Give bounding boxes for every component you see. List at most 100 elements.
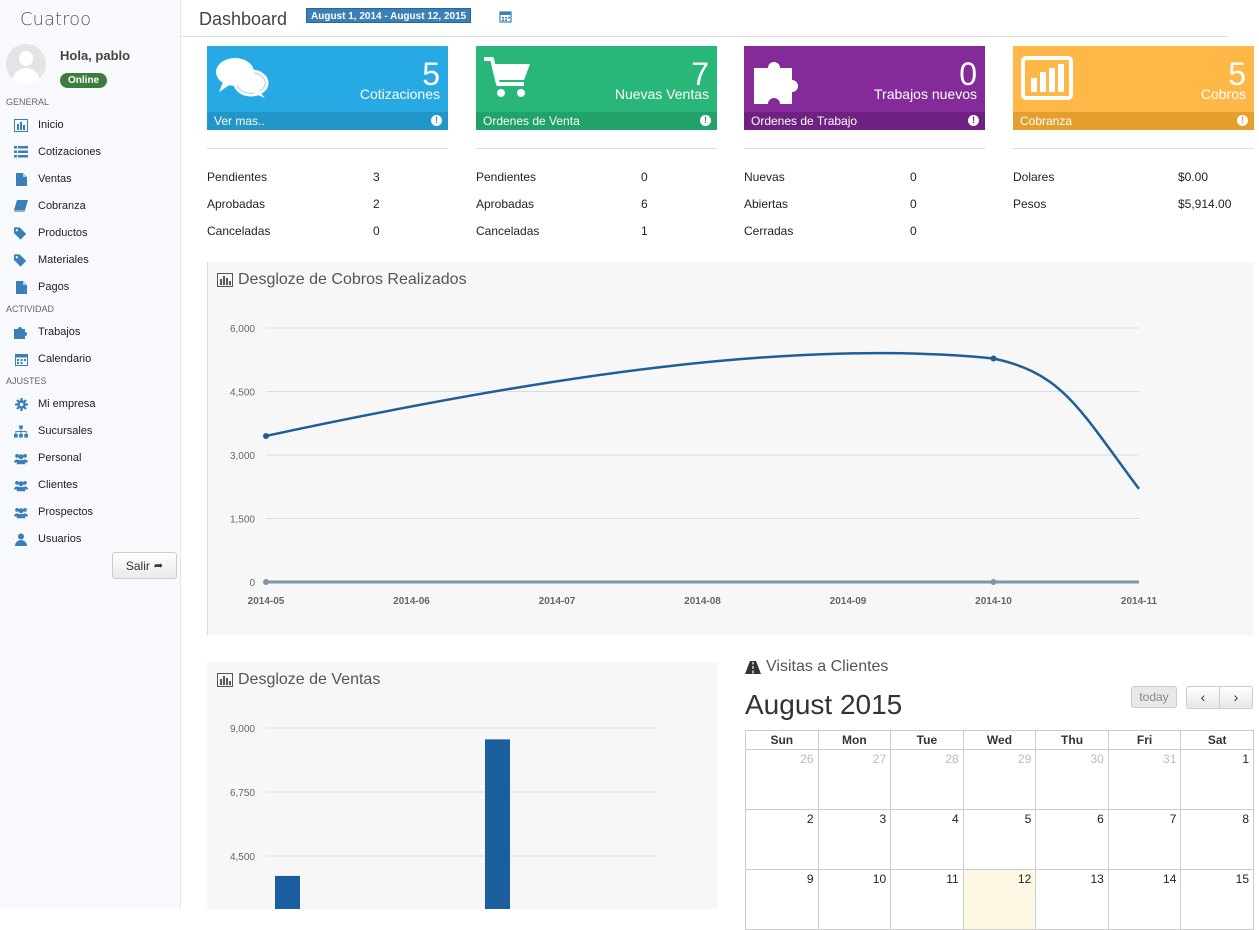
- status-badge: Online: [60, 73, 108, 88]
- calendar-day[interactable]: 15: [1180, 869, 1254, 930]
- stats-divider: [1013, 148, 1254, 149]
- section-actividad: ACTIVIDAD: [6, 304, 55, 314]
- section-general: GENERAL: [6, 97, 50, 107]
- sitemap-icon: [14, 424, 28, 438]
- stat-label: Canceladas: [207, 224, 271, 238]
- calendar-icon[interactable]: [499, 10, 512, 28]
- user-greeting: Hola, pablo: [60, 48, 131, 63]
- info-icon: !: [968, 115, 979, 126]
- calendar-day[interactable]: 5: [962, 809, 1037, 870]
- sidebar-item-materiales[interactable]: Materiales: [14, 252, 89, 268]
- calendar-day-today[interactable]: 12: [962, 869, 1037, 930]
- sidebar-item-prospectos[interactable]: Prospectos: [14, 504, 93, 520]
- calendar-day[interactable]: 4: [890, 809, 964, 870]
- ventas-bar-chart: 9,000 6,750 4,500: [230, 724, 655, 909]
- sidebar-item-ventas[interactable]: Ventas: [14, 171, 72, 187]
- sidebar-item-sucursales[interactable]: Sucursales: [14, 423, 92, 439]
- info-icon: !: [431, 115, 442, 126]
- calendar-day[interactable]: 26: [745, 749, 819, 810]
- calendar-day[interactable]: 6: [1035, 809, 1109, 870]
- weekday-header: Wed: [962, 730, 1037, 750]
- sidebar-item-personal[interactable]: Personal: [14, 450, 81, 466]
- puzzle-icon: [14, 325, 28, 339]
- sidebar-item-label: Inicio: [38, 119, 64, 131]
- calendar-day[interactable]: 7: [1107, 809, 1182, 870]
- x-tick-label: 2014-11: [1121, 596, 1158, 607]
- sidebar-item-label: Cotizaciones: [38, 146, 101, 158]
- day-number: 26: [800, 752, 814, 766]
- tile-footer-link[interactable]: Ordenes de Trabajo!: [744, 112, 985, 130]
- sidebar-item-usuarios[interactable]: Usuarios: [14, 531, 81, 547]
- calendar-next-button[interactable]: ›: [1219, 686, 1253, 709]
- tile-cotizaciones[interactable]: 5 Cotizaciones Ver mas..!: [207, 46, 448, 130]
- calendar-day[interactable]: 29: [962, 749, 1037, 810]
- calendar-day[interactable]: 2: [745, 809, 819, 870]
- y-tick-label: 4,500: [230, 852, 255, 863]
- calendar-day[interactable]: 27: [817, 749, 892, 810]
- ventas-panel-title: Desgloze de Ventas: [217, 671, 380, 689]
- stat-value: 6: [641, 197, 648, 211]
- stat-label: Pendientes: [476, 170, 537, 184]
- logout-button[interactable]: Salir ➦: [112, 552, 177, 579]
- stat-value: 3: [373, 170, 380, 184]
- chevron-right-icon: ›: [1233, 689, 1239, 705]
- sidebar-item-cobranza[interactable]: Cobranza: [14, 198, 86, 214]
- weekday-header: Sat: [1180, 730, 1254, 750]
- weekday-header: Thu: [1035, 730, 1109, 750]
- sidebar-item-productos[interactable]: Productos: [14, 225, 88, 241]
- date-range-label[interactable]: August 1, 2014 - August 12, 2015: [306, 8, 472, 23]
- stat-value: $5,914.00: [1178, 197, 1232, 211]
- calendar-day[interactable]: 30: [1035, 749, 1109, 810]
- calendar-day[interactable]: 14: [1107, 869, 1182, 930]
- x-tick-label: 2014-06: [393, 596, 430, 607]
- sidebar-item-clientes[interactable]: Clientes: [14, 477, 78, 493]
- sidebar-item-label: Pagos: [38, 281, 70, 293]
- tile-ventas[interactable]: 7 Nuevas Ventas Ordenes de Venta!: [476, 46, 717, 130]
- day-number: 30: [1090, 752, 1104, 766]
- weekday-header: Tue: [890, 730, 964, 750]
- calendar-day[interactable]: 28: [890, 749, 964, 810]
- tile-footer-link[interactable]: Ordenes de Venta!: [476, 112, 717, 130]
- tile-footer-link[interactable]: Ver mas..!: [207, 112, 448, 130]
- weekday-header: Sun: [745, 730, 819, 750]
- stat-label: Cerradas: [744, 224, 794, 238]
- sidebar-item-label: Materiales: [38, 254, 89, 266]
- brand-logo[interactable]: Cuatroo: [20, 9, 91, 30]
- day-number: 9: [806, 872, 814, 886]
- stat-value: 0: [910, 224, 917, 238]
- day-number: 11: [946, 872, 959, 886]
- stats-divider: [744, 148, 985, 149]
- sidebar-item-trabajos[interactable]: Trabajos: [14, 324, 80, 340]
- stat-value: 2: [373, 197, 380, 211]
- calendar-day[interactable]: 31: [1107, 749, 1182, 810]
- stat-label: Aprobadas: [207, 197, 266, 211]
- group-icon: [14, 505, 28, 519]
- tile-cobros[interactable]: 5 Cobros Cobranza!: [1013, 46, 1254, 130]
- gear-icon: [14, 397, 28, 411]
- calendar-day[interactable]: 13: [1035, 869, 1109, 930]
- calendar-day[interactable]: 1: [1180, 749, 1254, 810]
- list-icon: [14, 145, 28, 159]
- calendar-day[interactable]: 9: [745, 869, 819, 930]
- calendar-today-button[interactable]: today: [1131, 686, 1177, 708]
- calendar-day[interactable]: 3: [817, 809, 892, 870]
- road-icon: [745, 660, 761, 674]
- sidebar-item-cotizaciones[interactable]: Cotizaciones: [14, 144, 101, 160]
- calendar-prev-button[interactable]: ‹: [1186, 686, 1220, 709]
- sidebar-item-pagos[interactable]: Pagos: [14, 279, 69, 295]
- tile-label: Cobros: [1200, 86, 1246, 102]
- tile-trabajos[interactable]: 0 Trabajos nuevos Ordenes de Trabajo!: [744, 46, 985, 130]
- bar: [485, 739, 510, 909]
- calendar-day[interactable]: 10: [817, 869, 892, 930]
- sidebar: Cuatroo Hola, pablo Online GENERAL Inici…: [0, 0, 181, 909]
- sidebar-item-calendario[interactable]: Calendario: [14, 351, 91, 367]
- sidebar-item-inicio[interactable]: Inicio: [14, 117, 64, 133]
- sign-out-icon: ➦: [153, 560, 164, 572]
- data-point: [263, 579, 269, 585]
- calendar-day[interactable]: 8: [1180, 809, 1254, 870]
- sidebar-item-mi-empresa[interactable]: Mi empresa: [14, 396, 95, 412]
- tile-footer-link[interactable]: Cobranza!: [1013, 112, 1254, 130]
- sidebar-item-label: Prospectos: [38, 506, 94, 518]
- calendar-day[interactable]: 11: [890, 869, 964, 930]
- tags-icon: [14, 226, 28, 240]
